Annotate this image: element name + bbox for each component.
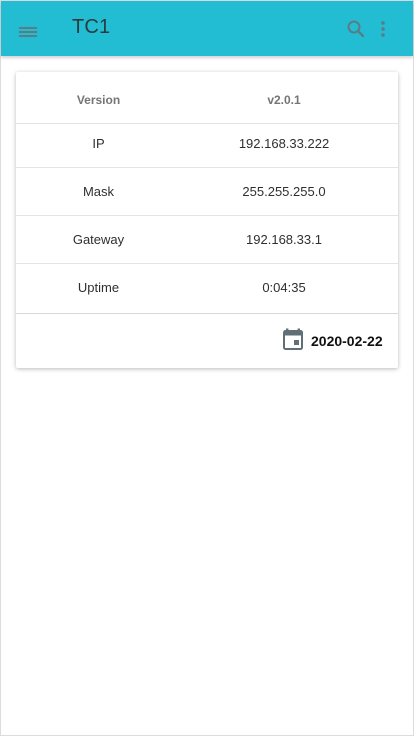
more-vert-icon[interactable] [375, 18, 391, 40]
table-row: Version v2.0.1 [16, 76, 398, 124]
table-row: Uptime 0:04:35 [16, 264, 398, 312]
card-footer: 2020-02-22 [16, 313, 398, 368]
row-key: IP [92, 136, 105, 151]
row-value: v2.0.1 [267, 93, 301, 107]
calendar-icon [283, 328, 303, 350]
search-icon[interactable] [345, 18, 367, 40]
row-key: Mask [82, 184, 115, 199]
row-key: Version [76, 93, 121, 107]
hamburger-menu-icon[interactable] [15, 19, 41, 45]
page-title: TC1 [72, 16, 111, 38]
app-bar: TC1 [1, 1, 413, 56]
row-key: Uptime [77, 280, 120, 295]
row-value: 192.168.33.1 [246, 232, 322, 247]
row-value: 255.255.255.0 [242, 184, 326, 199]
table-row: IP 192.168.33.222 [16, 120, 398, 168]
device-info-card: Version v2.0.1 IP 192.168.33.222 Mask 25… [16, 72, 398, 368]
row-key: Gateway [72, 232, 125, 247]
table-row: Mask 255.255.255.0 [16, 168, 398, 216]
row-value: 192.168.33.222 [238, 136, 330, 151]
table-row: Gateway 192.168.33.1 [16, 216, 398, 264]
date-label: 2020-02-22 [311, 333, 383, 349]
row-value: 0:04:35 [262, 280, 306, 295]
